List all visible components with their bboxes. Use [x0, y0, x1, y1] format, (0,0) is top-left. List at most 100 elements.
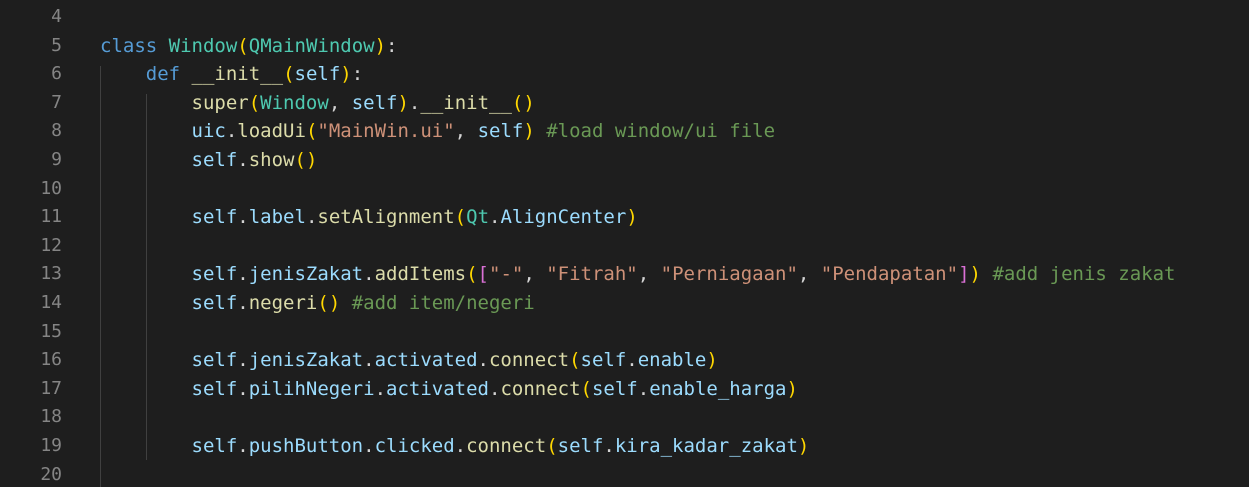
line-number: 5: [51, 34, 62, 56]
code-text[interactable]: def __init__(self):: [100, 60, 363, 89]
code-line[interactable]: 19 self.pushButton.clicked.connect(self.…: [0, 432, 1249, 461]
code-line[interactable]: 6 def __init__(self):: [0, 60, 1249, 89]
code-token: (: [248, 91, 261, 114]
code-line[interactable]: 15: [0, 318, 1249, 347]
code-token: .: [305, 206, 318, 229]
code-token: ,: [328, 91, 352, 114]
code-token: .: [626, 349, 638, 372]
code-token: pilihNegeri: [248, 377, 375, 400]
line-number: 16: [40, 349, 62, 371]
code-token: self: [294, 63, 341, 86]
code-line[interactable]: 13 self.jenisZakat.addItems(["-", "Fitra…: [0, 260, 1249, 289]
code-token: .: [237, 292, 249, 314]
line-number: 9: [51, 149, 62, 170]
code-text[interactable]: self.negeri() #add item/negeri: [100, 289, 535, 318]
code-token: .: [488, 377, 501, 400]
code-token: (: [454, 206, 467, 229]
code-text[interactable]: self.label.setAlignment(Qt.AlignCenter): [100, 203, 638, 232]
code-line[interactable]: 12: [0, 232, 1249, 261]
code-token: loadUi: [237, 120, 306, 143]
code-token: (: [305, 120, 318, 143]
code-token: jenisZakat: [248, 263, 364, 286]
code-token: .: [237, 206, 249, 229]
code-line[interactable]: 5 class Window(QMainWindow):: [0, 32, 1249, 61]
code-token: enable_harga: [649, 377, 787, 400]
code-token: self: [191, 349, 238, 372]
code-token: Qt: [466, 206, 490, 229]
code-text[interactable]: class Window(QMainWindow):: [100, 32, 398, 61]
code-line[interactable]: 9 self.show(): [0, 146, 1249, 175]
code-token: (: [546, 435, 558, 457]
code-line[interactable]: 17 self.pilihNegeri.activated.connect(se…: [0, 375, 1249, 404]
code-token: addItems: [374, 263, 467, 286]
code-token: jenisZakat: [248, 349, 364, 372]
code-token: ,: [454, 120, 478, 143]
code-line[interactable]: 20: [0, 461, 1249, 487]
code-token: connect: [488, 349, 570, 372]
code-token: self: [191, 435, 238, 457]
code-token: self: [557, 435, 604, 457]
code-token: "Fitrah": [546, 263, 638, 286]
code-token: (): [511, 91, 535, 114]
code-token: super: [191, 91, 249, 114]
line-number: 14: [40, 292, 62, 313]
code-text[interactable]: self.jenisZakat.addItems(["-", "Fitrah",…: [100, 260, 1176, 289]
code-text[interactable]: uic.loadUi("MainWin.ui", self) #load win…: [100, 117, 776, 146]
code-token: (: [237, 34, 249, 57]
code-text[interactable]: self.pilihNegeri.activated.connect(self.…: [100, 375, 798, 404]
line-number: 12: [40, 234, 62, 256]
code-token: self: [191, 292, 238, 314]
code-token: ): [969, 263, 981, 286]
code-token: (: [569, 349, 581, 372]
line-number: 11: [40, 206, 62, 228]
code-line[interactable]: 7 super(Window, self).__init__(): [0, 89, 1249, 118]
code-token: ]: [958, 263, 970, 286]
code-token: def: [145, 63, 181, 86]
code-token: ): [340, 63, 352, 86]
code-token: .: [489, 206, 501, 229]
line-number: 6: [51, 63, 62, 85]
code-text[interactable]: self.pushButton.clicked.connect(self.kir…: [100, 432, 810, 461]
code-token: (: [466, 263, 478, 286]
line-number: 20: [40, 463, 62, 485]
code-token: negeri: [248, 292, 318, 314]
code-token: ): [706, 349, 718, 372]
code-token: __init__: [191, 63, 284, 86]
code-token: Window: [260, 91, 329, 114]
code-token: #add jenis zakat: [992, 263, 1176, 286]
code-line[interactable]: 14 self.negeri() #add item/negeri: [0, 289, 1249, 318]
code-line[interactable]: 8 uic.loadUi("MainWin.ui", self) #load w…: [0, 117, 1249, 146]
code-token: show: [248, 149, 295, 171]
code-token: (): [317, 292, 341, 314]
code-token: .: [237, 263, 249, 286]
line-number: 19: [40, 435, 62, 456]
code-token: enable: [637, 349, 707, 372]
code-line[interactable]: 18: [0, 403, 1249, 432]
code-token: (: [283, 63, 295, 86]
code-text[interactable]: self.jenisZakat.activated.connect(self.e…: [100, 346, 718, 375]
code-token: ): [626, 206, 638, 229]
code-token: self: [591, 377, 638, 400]
code-token: kira_kadar_zakat: [614, 435, 798, 457]
code-token: "MainWin.ui": [317, 120, 455, 143]
code-text[interactable]: self.show(): [100, 146, 318, 175]
code-line[interactable]: 16 self.jenisZakat.activated.connect(sel…: [0, 346, 1249, 375]
code-editor[interactable]: 4 5 class Window(QMainWindow): 6 def __init…: [0, 0, 1249, 487]
code-text[interactable]: super(Window, self).__init__(): [100, 89, 535, 118]
line-number: 15: [40, 320, 62, 342]
line-number: 10: [40, 177, 62, 199]
code-line[interactable]: 4: [0, 3, 1249, 32]
code-line[interactable]: 11 self.label.setAlignment(Qt.AlignCente…: [0, 203, 1249, 232]
code-token: AlignCenter: [500, 206, 627, 229]
line-number: 7: [51, 91, 62, 113]
code-line[interactable]: 10: [0, 175, 1249, 204]
